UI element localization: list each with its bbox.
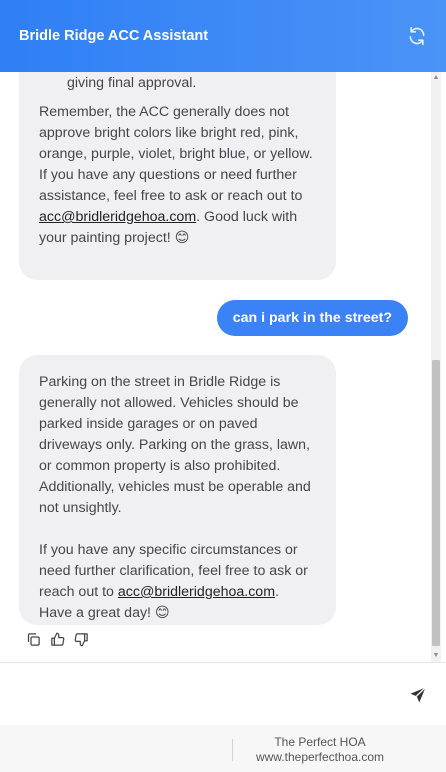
message-paragraph: If you have any specific circumstances o… bbox=[39, 540, 316, 624]
email-link[interactable]: acc@bridleridgehoa.com bbox=[118, 584, 275, 600]
scroll-down-arrow-icon[interactable]: ▼ bbox=[431, 650, 441, 662]
bot-message: Parking on the street in Bridle Ridge is… bbox=[19, 355, 336, 625]
footer-branding[interactable]: The Perfect HOA www.theperfecthoa.com bbox=[240, 735, 400, 765]
copy-icon bbox=[27, 633, 40, 646]
message-paragraph: Remember, the ACC generally does not app… bbox=[39, 102, 321, 249]
bot-message: dried. They'll examine this before givin… bbox=[19, 72, 336, 280]
refresh-button[interactable] bbox=[404, 23, 430, 49]
user-message: can i park in the street? bbox=[216, 300, 408, 336]
message-text: Remember, the ACC generally does not app… bbox=[39, 104, 313, 204]
brand-name: The Perfect HOA bbox=[274, 735, 366, 749]
chat-scrollbar[interactable]: ▲ ▼ bbox=[431, 72, 441, 662]
scroll-thumb[interactable] bbox=[432, 360, 440, 646]
email-link[interactable]: acc@bridleridgehoa.com bbox=[39, 209, 196, 225]
copy-button[interactable] bbox=[26, 632, 42, 648]
scroll-up-arrow-icon[interactable]: ▲ bbox=[431, 72, 441, 84]
chat-header: Bridle Ridge ACC Assistant bbox=[0, 0, 446, 72]
message-paragraph: Parking on the street in Bridle Ridge is… bbox=[39, 374, 311, 516]
message-text: can i park in the street? bbox=[232, 310, 392, 326]
refresh-icon bbox=[409, 26, 425, 46]
message-actions bbox=[26, 632, 90, 648]
send-icon bbox=[410, 687, 426, 703]
message-text: dried. They'll examine this before givin… bbox=[67, 75, 197, 91]
thumbs-down-button[interactable] bbox=[74, 632, 90, 648]
footer: The Perfect HOA www.theperfecthoa.com bbox=[0, 725, 446, 772]
message-input[interactable] bbox=[12, 675, 396, 715]
thumbs-up-button[interactable] bbox=[50, 632, 66, 648]
send-button[interactable] bbox=[408, 685, 428, 705]
brand-url: www.theperfecthoa.com bbox=[255, 750, 385, 764]
header-title: Bridle Ridge ACC Assistant bbox=[19, 28, 209, 44]
footer-divider bbox=[232, 739, 233, 761]
message-input-bar bbox=[0, 662, 446, 725]
thumbs-up-icon bbox=[51, 632, 65, 646]
thumbs-down-icon bbox=[74, 633, 88, 647]
chat-messages[interactable]: dried. They'll examine this before givin… bbox=[0, 72, 446, 662]
